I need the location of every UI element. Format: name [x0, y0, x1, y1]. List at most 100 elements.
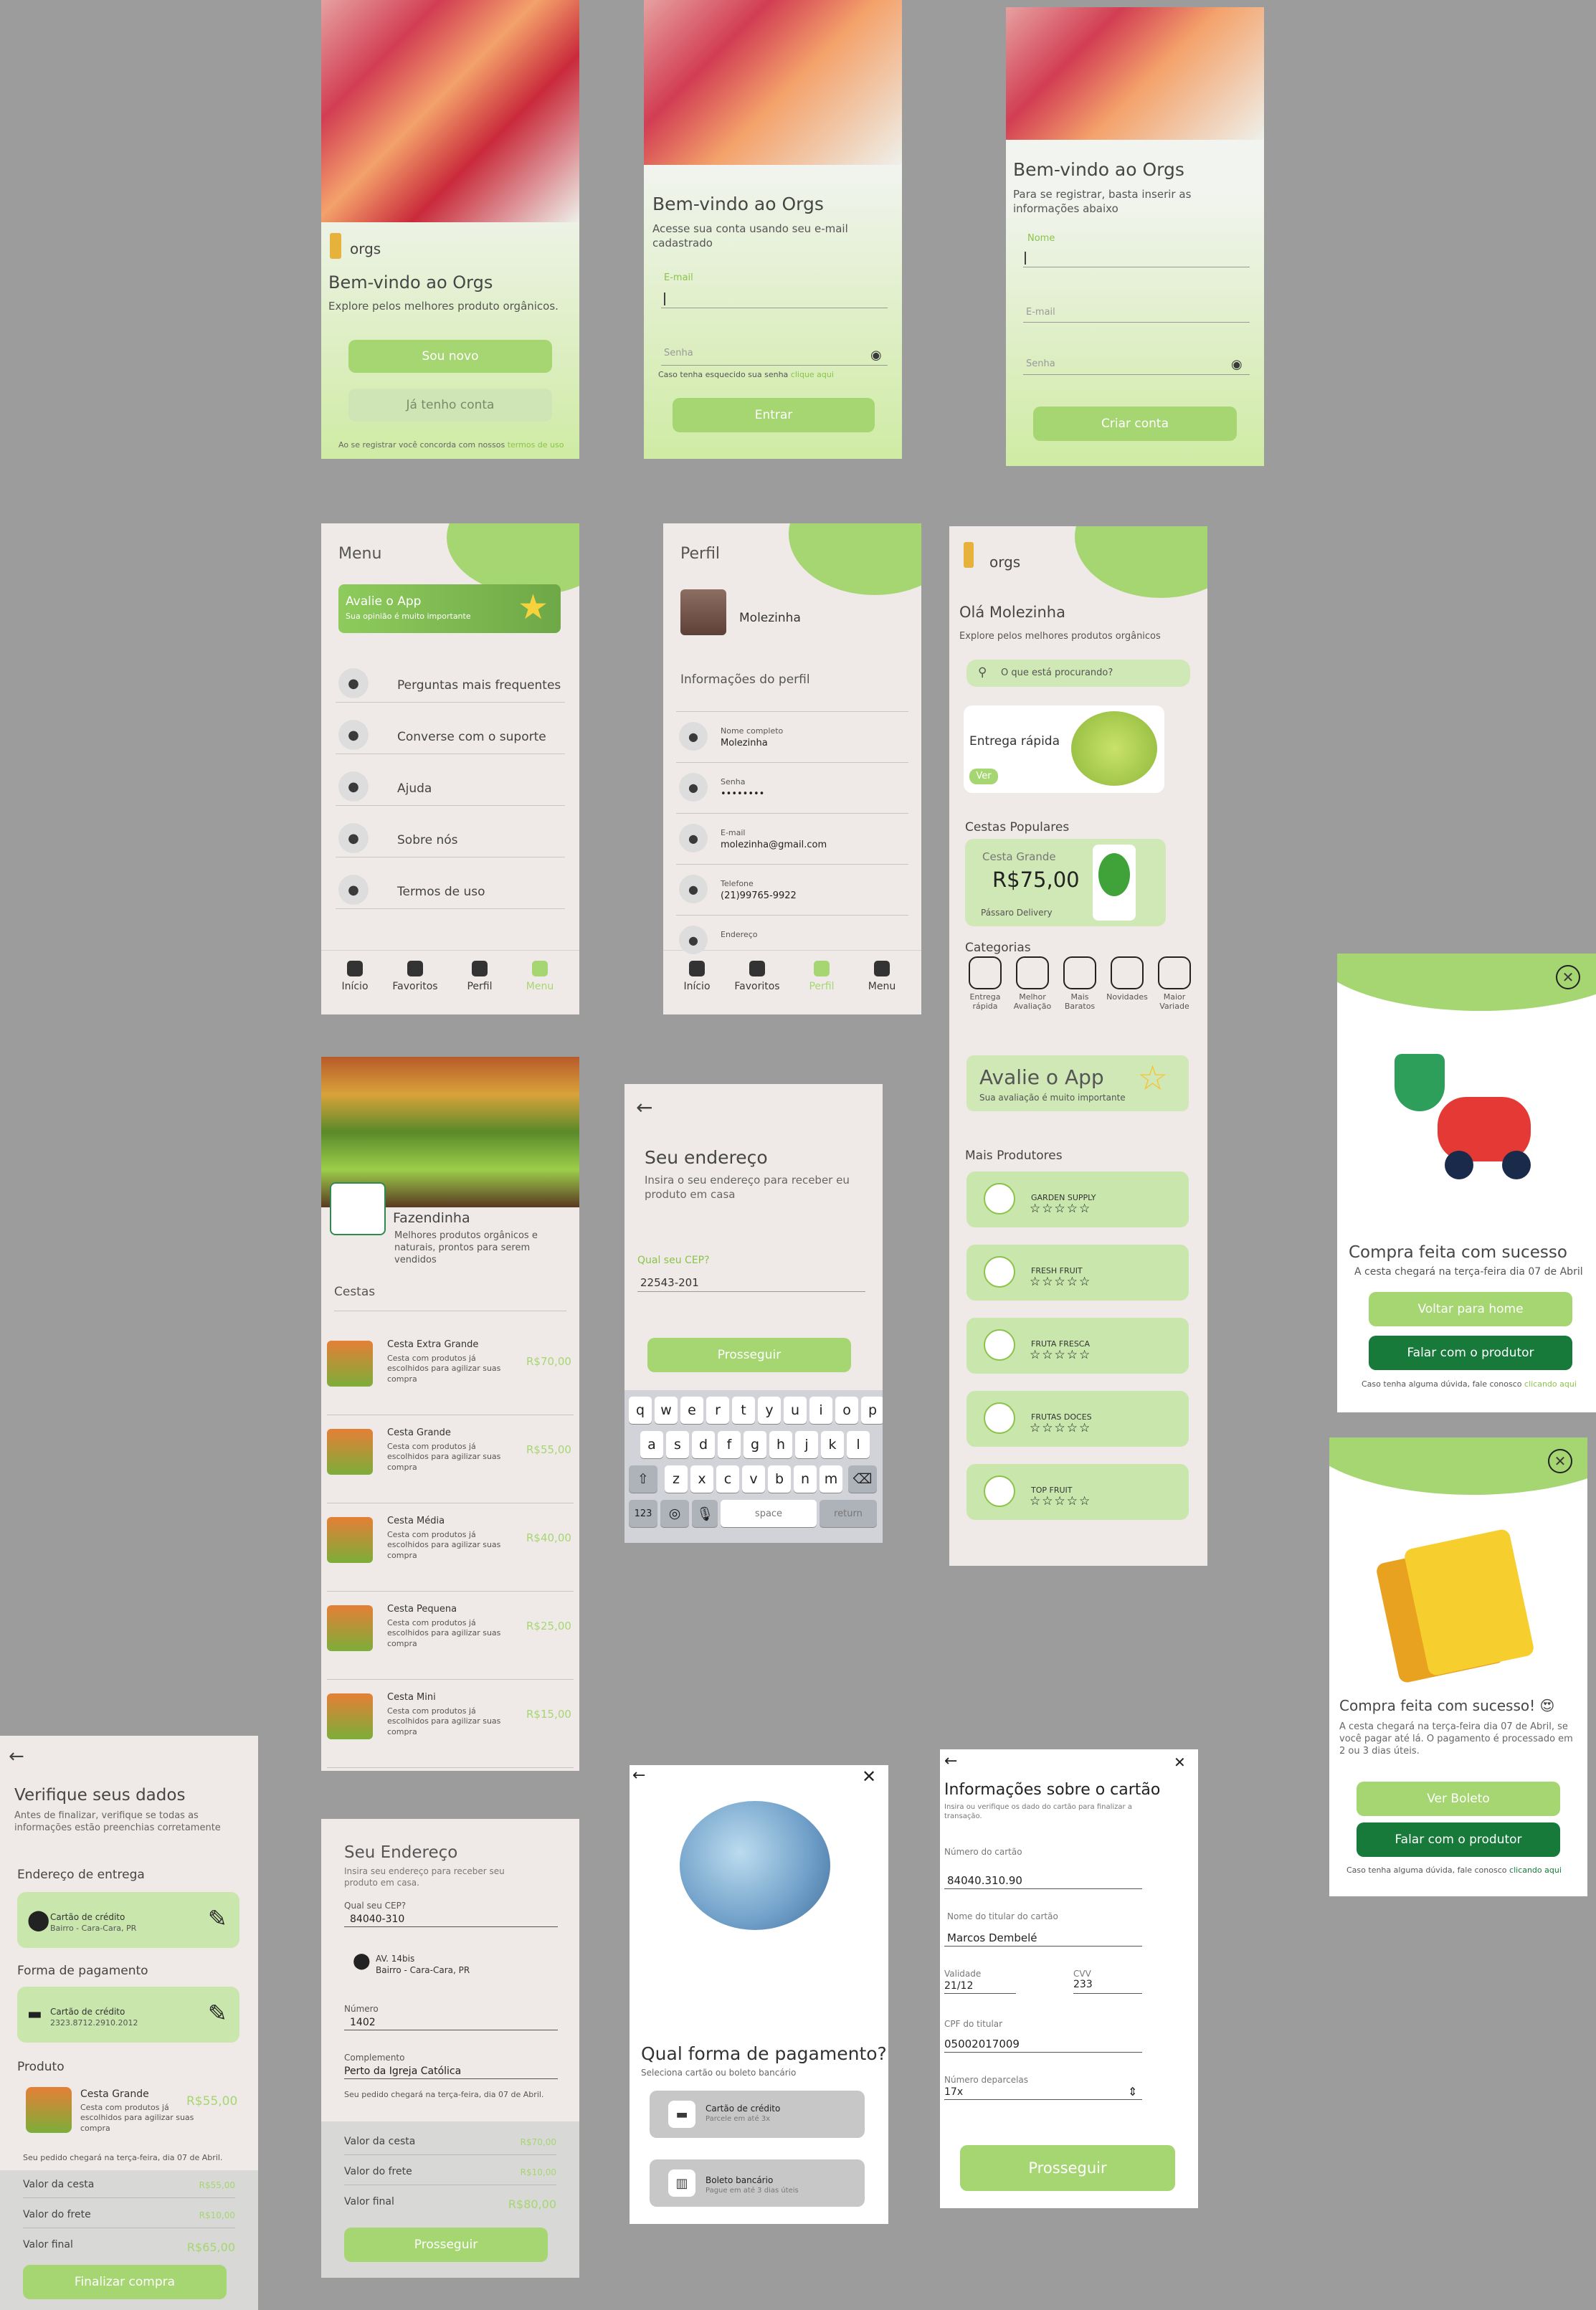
chevron-updown-icon[interactable]: ⇕	[1128, 2085, 1137, 2099]
producer-card[interactable]: FRUTAS DOCES ☆☆☆☆☆	[966, 1391, 1189, 1447]
fast-delivery-card[interactable]: Entrega rápida Ver	[964, 705, 1164, 793]
create-account-button[interactable]: Criar conta	[1033, 407, 1237, 441]
edit-icon[interactable]: ✎	[208, 2000, 227, 2027]
key-e[interactable]: e	[680, 1397, 703, 1424]
globe-key[interactable]: ◎	[660, 1500, 689, 1527]
back-arrow-icon[interactable]: ←	[9, 1746, 24, 1768]
menu-item[interactable]: ● Termos de uso	[336, 859, 565, 909]
key-d[interactable]: d	[692, 1431, 715, 1458]
profile-field[interactable]: ● E-mail molezinha@gmail.com	[676, 813, 908, 863]
back-arrow-icon[interactable]: ←	[636, 1095, 652, 1120]
basket-item[interactable]: Cesta Pequena Cesta com produtos já escol…	[327, 1594, 574, 1680]
profile-field[interactable]: ● Endereço	[676, 915, 908, 965]
basket-item[interactable]: Cesta Grande Cesta com produtos já escolh…	[327, 1417, 574, 1503]
key-r[interactable]: r	[706, 1397, 729, 1424]
key-b[interactable]: b	[768, 1465, 791, 1493]
key-u[interactable]: u	[784, 1397, 807, 1424]
eye-icon[interactable]: ◉	[1231, 357, 1243, 373]
back-home-button[interactable]: Voltar para home	[1369, 1292, 1572, 1326]
nav-profile[interactable]: Perfil	[455, 961, 505, 992]
search-input[interactable]: ⚲ O que está procurando?	[966, 660, 1190, 687]
credit-card-option[interactable]: ▬ Cartão de crédito Parcele em até 3x	[650, 2091, 865, 2138]
holder-value[interactable]: Marcos Dembelé	[947, 1931, 1037, 1944]
space-key[interactable]: space	[721, 1500, 817, 1527]
key-y[interactable]: y	[758, 1397, 781, 1424]
validity-value[interactable]: 21/12	[944, 1980, 973, 1992]
view-boleto-button[interactable]: Ver Boleto	[1357, 1782, 1560, 1816]
producer-card[interactable]: FRESH FRUIT ☆☆☆☆☆	[966, 1245, 1189, 1301]
profile-field[interactable]: ● Nome completo Molezinha	[676, 711, 908, 761]
menu-item[interactable]: ● Sobre nós	[336, 807, 565, 857]
key-x[interactable]: x	[690, 1465, 713, 1493]
talk-producer-button[interactable]: Falar com o produtor	[1357, 1822, 1560, 1857]
nav-favorites[interactable]: Favoritos	[390, 961, 440, 992]
menu-item[interactable]: ● Ajuda	[336, 756, 565, 806]
avatar[interactable]	[680, 589, 726, 635]
edit-icon[interactable]: ✎	[208, 1905, 227, 1932]
shift-key[interactable]: ⇧	[629, 1465, 657, 1493]
view-button[interactable]: Ver	[969, 769, 998, 784]
profile-field[interactable]: ● Telefone (21)99765-9922	[676, 864, 908, 914]
back-arrow-icon[interactable]: ←	[944, 1752, 957, 1771]
continue-button[interactable]: Prosseguir	[647, 1338, 851, 1372]
basket-item[interactable]: Cesta Média Cesta com produtos já escolhi…	[327, 1506, 574, 1592]
key-z[interactable]: z	[665, 1465, 688, 1493]
finish-purchase-button[interactable]: Finalizar compra	[23, 2265, 227, 2299]
close-icon[interactable]: ✕	[1556, 965, 1580, 989]
popular-basket-card[interactable]: Cesta Grande R$75,00 Pássaro Delivery	[965, 839, 1166, 926]
new-user-button[interactable]: Sou novo	[348, 340, 552, 373]
menu-item[interactable]: ● Converse com o suporte	[336, 704, 565, 754]
terms-link[interactable]: termos de uso	[508, 440, 564, 450]
category-item[interactable]: Maior Variade	[1153, 956, 1196, 1035]
nav-menu[interactable]: Menu	[857, 961, 907, 992]
email-field[interactable]	[661, 287, 888, 308]
nav-favorites[interactable]: Favoritos	[732, 961, 782, 992]
nav-profile[interactable]: Perfil	[797, 961, 847, 992]
basket-item[interactable]: Cesta Extra Grande Cesta com produtos já …	[327, 1329, 574, 1415]
key-i[interactable]: i	[809, 1397, 832, 1424]
installments-value[interactable]: 17x	[944, 2086, 963, 2098]
boleto-option[interactable]: ▥ Boleto bancário Pague em até 3 dias út…	[650, 2159, 865, 2207]
payment-card[interactable]: ▬ Cartão de crédito 2323.8712.2910.2012 …	[17, 1987, 239, 2043]
cpf-value[interactable]: 05002017009	[944, 2038, 1020, 2050]
help-link[interactable]: clicando aqui	[1509, 1865, 1562, 1875]
key-v[interactable]: v	[742, 1465, 765, 1493]
return-key[interactable]: return	[820, 1500, 877, 1527]
card-number-value[interactable]: 84040.310.90	[947, 1874, 1022, 1887]
key-p[interactable]: p	[861, 1397, 883, 1424]
key-h[interactable]: h	[769, 1431, 792, 1458]
key-m[interactable]: m	[820, 1465, 842, 1493]
rate-app-card[interactable]: Avalie o App Sua avaliação é muito impor…	[966, 1055, 1189, 1111]
profile-field[interactable]: ● Senha ••••••••	[676, 762, 908, 812]
nav-menu[interactable]: Menu	[515, 961, 565, 992]
key-q[interactable]: q	[629, 1397, 652, 1424]
category-item[interactable]: Novidades	[1106, 956, 1149, 1035]
nav-home[interactable]: Início	[330, 961, 380, 992]
rate-app-card[interactable]: Avalie o App Sua opinião é muito importa…	[338, 584, 561, 633]
password-field[interactable]	[661, 344, 888, 366]
key-j[interactable]: j	[795, 1431, 818, 1458]
category-item[interactable]: Melhor Avaliação	[1011, 956, 1054, 1035]
key-a[interactable]: a	[640, 1431, 663, 1458]
close-icon[interactable]: ✕	[1548, 1449, 1572, 1473]
talk-producer-button[interactable]: Falar com o produtor	[1369, 1336, 1572, 1370]
eye-icon[interactable]: ◉	[870, 348, 882, 363]
nav-home[interactable]: Início	[672, 961, 722, 992]
back-arrow-icon[interactable]: ←	[632, 1767, 645, 1785]
producer-card[interactable]: FRUTA FRESCA ☆☆☆☆☆	[966, 1318, 1189, 1374]
key-o[interactable]: o	[835, 1397, 858, 1424]
cvv-value[interactable]: 233	[1073, 1979, 1093, 1990]
microphone-key[interactable]: 🎙	[692, 1500, 718, 1527]
key-k[interactable]: k	[821, 1431, 844, 1458]
name-field[interactable]	[1023, 246, 1250, 267]
key-g[interactable]: g	[744, 1431, 766, 1458]
close-icon[interactable]: ✕	[862, 1767, 876, 1787]
numbers-key[interactable]: 123	[629, 1500, 657, 1527]
continue-button[interactable]: Prosseguir	[960, 2145, 1175, 2191]
key-c[interactable]: c	[716, 1465, 739, 1493]
key-w[interactable]: w	[655, 1397, 678, 1424]
help-link[interactable]: clicando aqui	[1524, 1379, 1577, 1389]
password-field[interactable]	[1023, 353, 1250, 375]
backspace-key[interactable]: ⌫	[848, 1465, 877, 1493]
category-item[interactable]: Mais Baratos	[1058, 956, 1101, 1035]
